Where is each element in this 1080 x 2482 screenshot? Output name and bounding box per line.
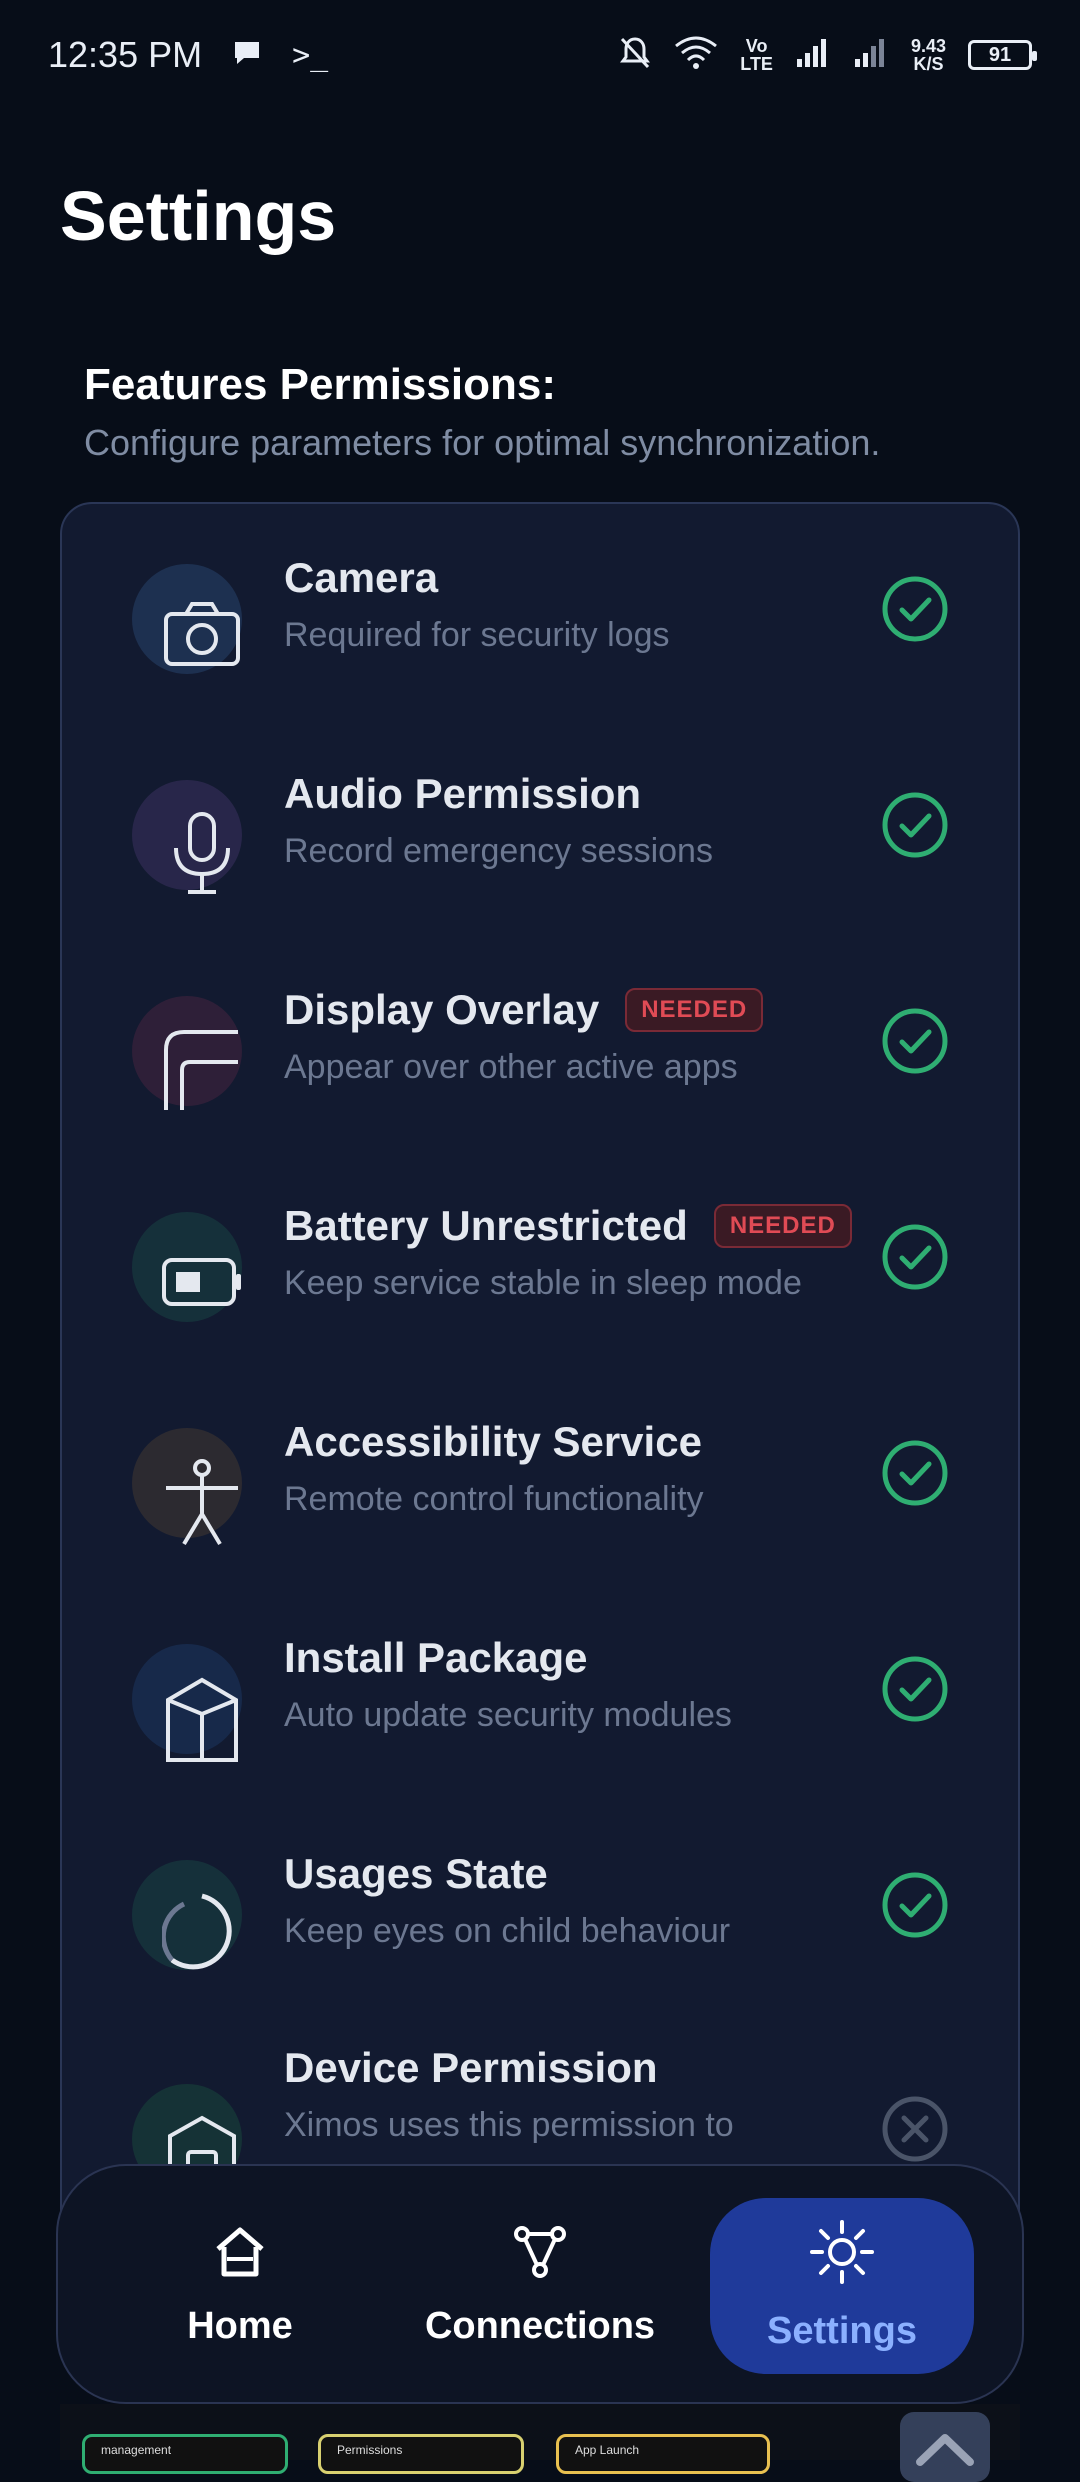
chevron-up-icon bbox=[916, 2434, 974, 2466]
speed-value: 9.43 bbox=[910, 36, 946, 56]
permission-name-text: Install Package bbox=[284, 1634, 588, 1681]
permission-row-install-package[interactable]: Install Package Auto update security mod… bbox=[62, 1614, 1018, 1830]
permission-name: Install Package bbox=[284, 1634, 588, 1682]
permission-desc: Auto update security modules bbox=[284, 1696, 732, 1734]
nav-settings-label: Settings bbox=[767, 2309, 917, 2352]
permission-name-text: Usages State bbox=[284, 1850, 548, 1897]
status-time: 12:35 PM bbox=[48, 34, 203, 75]
permission-icon-bg bbox=[132, 996, 242, 1110]
permission-row-accessibility[interactable]: Accessibility Service Remote control fun… bbox=[62, 1398, 1018, 1614]
permission-row-battery[interactable]: Battery Unrestricted NEEDED Keep service… bbox=[62, 1182, 1018, 1398]
overlay-icon bbox=[164, 1030, 238, 1110]
permission-icon-bg bbox=[132, 780, 242, 894]
check-circle-icon bbox=[882, 1872, 948, 1938]
permissions-card: Camera Required for security logs Audio … bbox=[60, 502, 1020, 2282]
bottom-navigation: Home Connections Settings bbox=[56, 2164, 1024, 2404]
permission-icon-bg bbox=[132, 1644, 242, 1762]
needed-badge: NEEDED bbox=[713, 1204, 852, 1248]
permission-desc: Required for security logs bbox=[284, 616, 670, 654]
permission-name: Usages State bbox=[284, 1850, 548, 1898]
section-subtitle: Configure parameters for optimal synchro… bbox=[84, 422, 881, 463]
peek-card-label: App Launch bbox=[575, 2443, 640, 2457]
nav-connections[interactable]: Connections bbox=[406, 2198, 674, 2374]
check-circle-icon bbox=[882, 1008, 948, 1074]
network-speed: 9.43 K/S bbox=[911, 37, 946, 73]
check-circle-icon bbox=[882, 1440, 948, 1506]
permission-desc: Keep eyes on child behaviour bbox=[284, 1912, 731, 1950]
permission-row-audio[interactable]: Audio Permission Record emergency sessio… bbox=[62, 750, 1018, 966]
wifi-icon bbox=[674, 36, 718, 75]
speed-unit: K/S bbox=[913, 54, 944, 74]
permission-icon-bg bbox=[132, 1428, 242, 1546]
permission-desc: Record emergency sessions bbox=[284, 832, 713, 870]
x-circle-icon bbox=[882, 2096, 948, 2162]
battery-indicator: 91 bbox=[968, 40, 1037, 70]
permission-icon-bg bbox=[132, 1860, 242, 1970]
permission-name-text: Camera bbox=[284, 554, 439, 601]
peek-card-app-launch: App Launch bbox=[556, 2434, 770, 2474]
nav-home[interactable]: Home bbox=[118, 2198, 362, 2374]
microphone-icon bbox=[174, 812, 230, 894]
permission-desc: Remote control functionality bbox=[284, 1480, 704, 1518]
needed-badge: NEEDED bbox=[625, 988, 764, 1032]
signal-icon bbox=[795, 37, 831, 74]
permission-name: Accessibility Service bbox=[284, 1418, 702, 1466]
check-circle-icon bbox=[882, 1656, 948, 1722]
permission-row-camera[interactable]: Camera Required for security logs bbox=[62, 534, 1018, 750]
status-bar: 12:35 PM >_ Vo LTE 9.43 K/S 91 bbox=[0, 0, 1080, 110]
peek-card-label: Permissions bbox=[337, 2443, 403, 2457]
check-circle-icon bbox=[882, 1224, 948, 1290]
peek-card-management: management bbox=[82, 2434, 288, 2474]
peek-card-permissions: Permissions bbox=[318, 2434, 524, 2474]
status-right: Vo LTE 9.43 K/S 91 bbox=[618, 35, 1037, 76]
permission-row-usage-state[interactable]: Usages State Keep eyes on child behaviou… bbox=[62, 1830, 1018, 2046]
permission-name-text: Display Overlay bbox=[284, 986, 600, 1033]
permission-name: Camera bbox=[284, 554, 438, 602]
terminal-icon: >_ bbox=[292, 37, 329, 73]
permission-desc: Keep service stable in sleep mode bbox=[284, 1264, 802, 1302]
battery-level: 91 bbox=[988, 43, 1012, 66]
usage-icon bbox=[162, 1893, 232, 1970]
connections-icon bbox=[514, 2225, 566, 2278]
permission-icon-bg bbox=[132, 1212, 242, 1322]
permission-name: Device Permission bbox=[284, 2044, 658, 2092]
volte-top: Vo bbox=[745, 36, 768, 56]
nav-connections-label: Connections bbox=[424, 2304, 656, 2347]
signal-icon-2 bbox=[853, 37, 889, 74]
volte-bottom: LTE bbox=[740, 54, 773, 74]
permission-name: Display Overlay NEEDED bbox=[284, 986, 764, 1034]
permission-row-display-overlay[interactable]: Display Overlay NEEDED Appear over other… bbox=[62, 966, 1018, 1182]
permission-name-text: Device Permission bbox=[284, 2044, 658, 2091]
peek-card-label: management bbox=[101, 2443, 172, 2457]
package-icon bbox=[166, 1677, 238, 1762]
mute-bell-icon bbox=[618, 35, 652, 76]
permission-desc: Ximos uses this permission to bbox=[284, 2106, 734, 2144]
camera-icon bbox=[164, 602, 240, 666]
check-circle-icon bbox=[882, 576, 948, 642]
page-title: Settings bbox=[60, 177, 337, 255]
permission-name-text: Audio Permission bbox=[284, 770, 642, 817]
status-left: 12:35 PM >_ bbox=[48, 34, 328, 76]
nav-settings[interactable]: Settings bbox=[710, 2198, 974, 2374]
chat-bubble-icon bbox=[232, 34, 262, 76]
volte-indicator: Vo LTE bbox=[740, 37, 773, 73]
nav-home-label: Home bbox=[187, 2304, 293, 2347]
battery-icon bbox=[162, 1258, 241, 1306]
background-peek: management Permissions App Launch bbox=[60, 2404, 1020, 2474]
permission-name-text: Battery Unrestricted bbox=[284, 1202, 688, 1249]
permission-name-text: Accessibility Service bbox=[284, 1418, 702, 1465]
section-title: Features Permissions: bbox=[84, 360, 556, 409]
permission-icon-bg bbox=[132, 564, 242, 674]
permission-desc: Appear over other active apps bbox=[284, 1048, 738, 1086]
sun-settings-icon bbox=[810, 2219, 874, 2284]
accessibility-icon bbox=[166, 1459, 238, 1546]
permission-name: Battery Unrestricted NEEDED bbox=[284, 1202, 852, 1250]
check-circle-icon bbox=[882, 792, 948, 858]
scroll-top-button[interactable] bbox=[900, 2412, 990, 2482]
home-icon bbox=[216, 2227, 264, 2276]
permission-name: Audio Permission bbox=[284, 770, 641, 818]
